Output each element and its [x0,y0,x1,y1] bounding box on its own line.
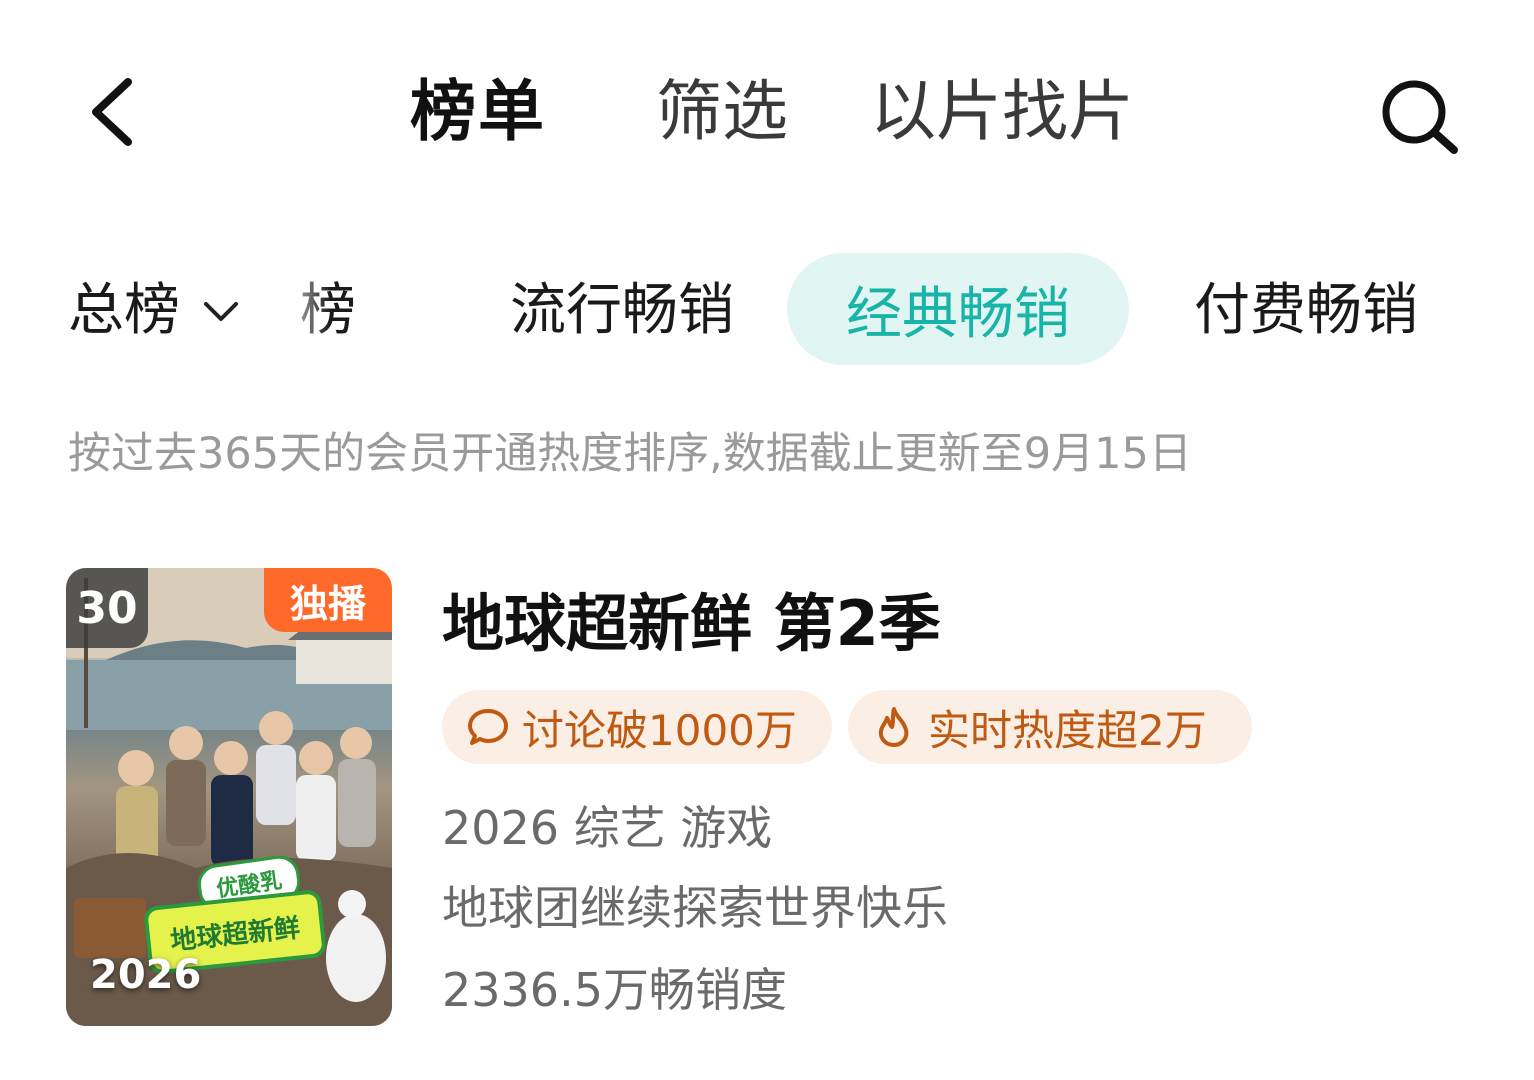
item-summary: 地球团继续探索世界快乐 [442,881,948,935]
category-paid-sales[interactable]: 付费畅销 [1194,276,1418,346]
poster-year: 2026 [90,952,202,998]
flame-icon [878,707,909,747]
heat-tag: 实时热度超2万 [848,690,1252,764]
item-poster[interactable]: 优酸乳 地球超新鲜 30 独播 2026 [66,568,392,1026]
item-title[interactable]: 地球超新鲜 第2季 [442,584,941,664]
comment-icon [468,709,508,745]
item-sales: 2336.5万畅销度 [442,963,787,1017]
tab-filter[interactable]: 筛选 [656,72,788,152]
ranking-description: 按过去365天的会员开通热度排序,数据截止更新至9月15日 [68,429,1192,479]
scroll-fade [250,270,330,350]
category-popular-sales[interactable]: 流行畅销 [510,276,734,346]
chevron-left-icon [92,78,132,146]
exclusive-badge: 独播 [264,568,392,632]
category-dropdown[interactable]: 总榜 [68,276,240,346]
rank-badge: 30 [66,568,148,648]
item-meta: 2026 综艺 游戏 [442,801,773,855]
category-classic-sales[interactable]: 经典畅销 [787,253,1129,365]
chevron-down-icon [204,302,238,321]
tab-find-by-film[interactable]: 以片找片 [870,72,1134,152]
discussion-tag: 讨论破1000万 [442,690,832,764]
back-button[interactable] [78,72,148,152]
category-dropdown-label: 总榜 [68,278,180,343]
search-button[interactable] [1378,76,1464,156]
search-icon [1382,80,1458,154]
tab-ranking[interactable]: 榜单 [410,72,546,152]
